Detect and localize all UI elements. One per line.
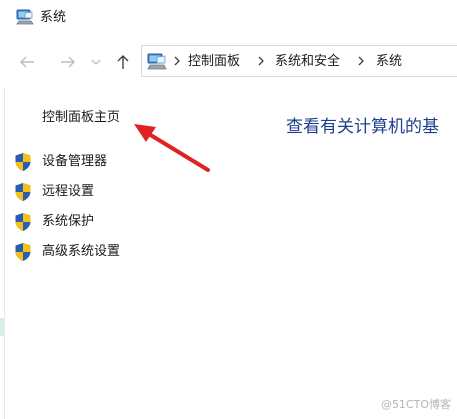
forward-button[interactable] bbox=[56, 50, 80, 74]
recent-locations-button[interactable] bbox=[87, 50, 105, 74]
shield-icon bbox=[15, 213, 31, 231]
breadcrumb-system-security[interactable]: 系统和安全 bbox=[275, 53, 340, 70]
sidebar-item-label: 设备管理器 bbox=[42, 154, 108, 169]
address-bar[interactable]: 控制面板 系统和安全 系统 bbox=[141, 45, 457, 77]
shield-icon bbox=[15, 153, 31, 171]
system-monitor-icon bbox=[16, 9, 34, 25]
watermark-text: @51CTO博客 bbox=[380, 398, 451, 411]
sidebar-item-remote-settings[interactable]: 远程设置 bbox=[14, 182, 94, 202]
sidebar-item-label: 远程设置 bbox=[42, 184, 95, 199]
navigation-bar: 控制面板 系统和安全 系统 bbox=[0, 36, 457, 88]
sidebar-item-label: 系统保护 bbox=[42, 214, 95, 229]
left-pane-border bbox=[4, 88, 5, 419]
back-button[interactable] bbox=[15, 50, 39, 74]
sidebar-item-advanced-system-settings[interactable]: 高级系统设置 bbox=[14, 242, 120, 262]
red-arrow-annotation bbox=[134, 124, 210, 172]
left-pane-accent bbox=[0, 318, 4, 336]
sidebar-item-system-protection[interactable]: 系统保护 bbox=[14, 212, 94, 232]
up-button[interactable] bbox=[111, 50, 135, 74]
chevron-down-icon bbox=[91, 59, 101, 65]
back-arrow-icon bbox=[20, 56, 34, 68]
up-arrow-icon bbox=[117, 55, 129, 69]
shield-icon bbox=[15, 183, 31, 201]
window-title: 系统 bbox=[40, 10, 67, 25]
control-panel-home-link[interactable]: 控制面板主页 bbox=[42, 109, 120, 127]
breadcrumb-control-panel[interactable]: 控制面板 bbox=[188, 53, 240, 70]
system-window: 系统 控制面板 系统和安全 系统 控制面板主页 设备管理器 远程设置 系统保护 … bbox=[0, 0, 457, 419]
shield-icon bbox=[15, 243, 31, 261]
chevron-right-icon[interactable] bbox=[356, 55, 366, 67]
page-heading: 查看有关计算机的基 bbox=[286, 117, 439, 137]
forward-arrow-icon bbox=[61, 56, 75, 68]
chevron-right-icon[interactable] bbox=[172, 55, 182, 67]
chevron-right-icon[interactable] bbox=[256, 55, 266, 67]
breadcrumb-system[interactable]: 系统 bbox=[376, 53, 402, 70]
sidebar-item-label: 高级系统设置 bbox=[42, 244, 121, 259]
control-panel-icon bbox=[147, 53, 167, 70]
title-bar: 系统 bbox=[0, 0, 457, 36]
sidebar-item-device-manager[interactable]: 设备管理器 bbox=[14, 152, 107, 172]
